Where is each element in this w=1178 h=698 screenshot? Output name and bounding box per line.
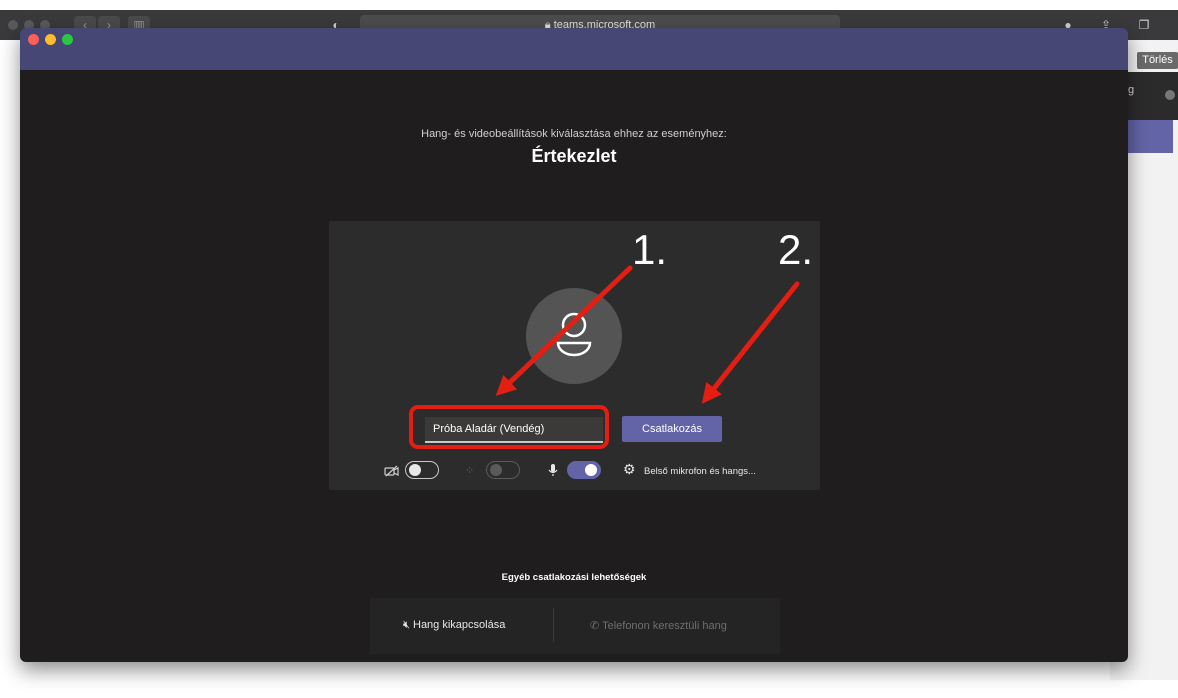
person-icon [556,312,592,357]
phone-audio-option[interactable]: ✆ Telefonon keresztüli hang [590,619,727,632]
maximize-window-button[interactable] [62,34,73,45]
delete-button[interactable]: Törlés [1137,52,1178,69]
annotation-step-2: 2. [778,226,814,273]
microphone-toggle[interactable] [567,461,601,479]
close-window-button[interactable] [28,34,39,45]
microphone-icon [548,464,558,476]
avatar [526,288,622,384]
title-bar [20,28,1128,70]
background-blur-icon: ⁘ [465,465,475,477]
camera-off-icon [384,465,399,477]
gear-icon[interactable]: ⚙ [623,461,636,478]
phone-icon: ✆ [590,620,600,632]
other-join-options: 🔇︎ Hang kikapcsolása ✆ Telefonon kereszt… [370,598,780,654]
video-toggle[interactable] [405,461,439,479]
other-join-options-title: Egyéb csatlakozási lehetőségek [501,572,647,583]
speaker-off-icon: 🔇︎ [403,619,410,631]
tabs-icon[interactable]: ❐ [1134,16,1154,34]
toggle-knob [585,464,597,476]
prejoin-card: Csatlakozás ⁘ ⚙ Belső mikrofon és hangs.… [329,221,820,490]
minimize-window-button[interactable] [45,34,56,45]
prejoin-subtitle: Hang- és videobeállítások kiválasztása e… [421,128,727,140]
audio-off-option[interactable]: 🔇︎ Hang kikapcsolása [403,619,505,632]
toggle-knob [490,464,502,476]
toggle-knob [409,464,421,476]
meeting-title: Értekezlet [531,146,617,166]
phone-audio-label: Telefonon keresztüli hang [602,620,727,632]
teams-window: Hang- és videobeállítások kiválasztása e… [20,28,1128,662]
window-dot [8,20,18,30]
join-button[interactable]: Csatlakozás [622,416,722,442]
background-blur-toggle[interactable] [486,461,520,479]
divider [553,608,554,642]
background-text: g [1128,84,1135,96]
name-input-highlight [409,405,609,449]
annotation-step-1: 1. [632,226,668,273]
audio-device-settings[interactable]: Belső mikrofon és hangs... [644,466,756,477]
audio-off-label: Hang kikapcsolása [413,619,506,631]
background-icon [1165,90,1175,100]
